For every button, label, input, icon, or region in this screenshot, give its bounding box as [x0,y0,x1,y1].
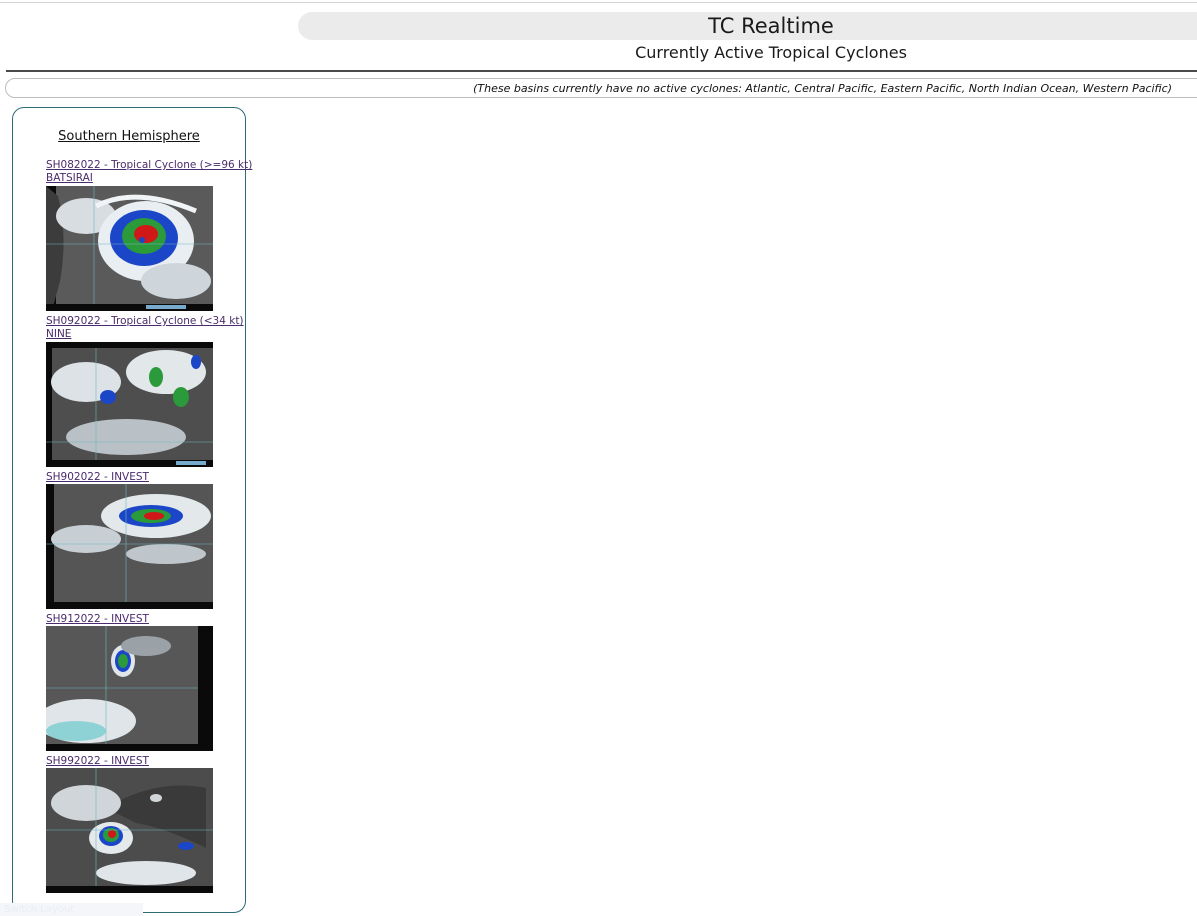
satellite-image-sh992022 [46,768,213,893]
satellite-image[interactable] [46,484,213,609]
top-border [0,2,1197,3]
satellite-image[interactable] [46,342,213,467]
storm-name-nine[interactable]: NINE [46,328,71,341]
southern-hemisphere-heading[interactable]: Southern Hemisphere [12,128,246,145]
storm-link-sh992022[interactable]: SH992022 - INVEST [46,755,149,768]
page-subtitle: Currently Active Tropical Cyclones [635,43,907,62]
satellite-image-sh082022 [46,186,213,311]
satellite-image[interactable] [46,186,213,311]
satellite-image-sh902022 [46,484,213,609]
satellite-image-sh912022 [46,626,213,751]
header-divider [6,70,1197,72]
satellite-image[interactable] [46,626,213,751]
storm-link-sh912022[interactable]: SH912022 - INVEST [46,613,149,626]
satellite-image[interactable] [46,768,213,893]
storm-name-batsirai[interactable]: BATSIRAI [46,172,93,185]
satellite-image-sh092022 [46,342,213,467]
page-title: TC Realtime [708,14,834,38]
footer-faint-text[interactable]: Switch Layout [4,904,74,916]
storm-link-sh902022[interactable]: SH902022 - INVEST [46,471,149,484]
storm-link-sh082022[interactable]: SH082022 - Tropical Cyclone (>=96 kt) [46,159,252,172]
inactive-basins-notice: (These basins currently have no active c… [473,82,1172,95]
storm-link-sh092022[interactable]: SH092022 - Tropical Cyclone (<34 kt) [46,315,244,328]
